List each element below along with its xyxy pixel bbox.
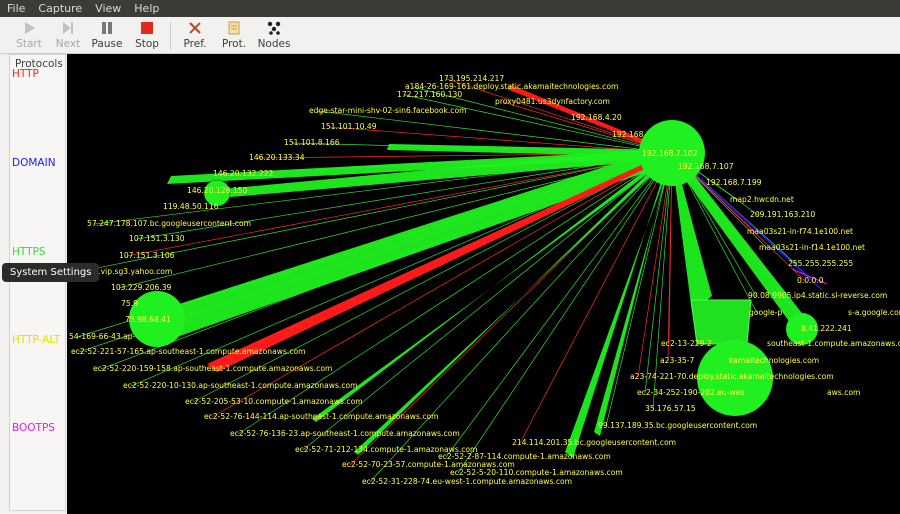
nodes-button[interactable]: Nodes (251, 19, 297, 51)
host-label: ec2-52-76-144-114.ap-southeast-1.compute… (204, 412, 439, 421)
host-label: 151.101.8.166 (284, 138, 340, 147)
toolbar-separator (170, 22, 171, 50)
host-label: ec2-52-5-20-110.compute-1.amazonaws.com (450, 468, 623, 477)
host-label: ec2-52-221-57-165.ap-southeast-1.compute… (71, 347, 306, 356)
host-label: 54-169-66-43.ap- (69, 332, 136, 341)
host-label: ec2-52-220-10-130.ap-southeast-1.compute… (123, 381, 358, 390)
system-settings-tooltip: System Settings (2, 263, 99, 282)
pause-label: Pause (92, 38, 123, 50)
host-label: ec2-52-205-53-10.compute-1.amazonaws.com (185, 397, 363, 406)
host-label: ec2-52-220-159-158.ap-southeast-1.comput… (93, 364, 332, 373)
host-label: maa03s21-in-f74.1e100.net (747, 227, 853, 236)
host-label: map2.hwcdn.net (730, 195, 794, 204)
protocols-panel (0, 54, 66, 514)
hub-label: 192.168.7.102 (642, 149, 698, 158)
stop-icon (140, 21, 154, 35)
host-label: 119.48.50.116 (163, 202, 219, 211)
protocol-http: HTTP (12, 68, 39, 80)
host-label: 8.41.222.241 (801, 324, 852, 333)
protocol-http-alt: HTTP-ALT (12, 334, 60, 346)
host-label: southeast-1.compute.amazonaws.com (767, 339, 900, 348)
host-label: aws.com (827, 388, 860, 397)
host-label: 107.151.3.106 (119, 251, 175, 260)
stop-label: Stop (135, 38, 159, 50)
menu-capture[interactable]: Capture (31, 2, 88, 15)
host-label: 75.98.68.41 (125, 315, 171, 324)
next-label: Next (56, 38, 80, 50)
host-label: 192.168 (612, 130, 644, 139)
nodes-label: Nodes (258, 38, 291, 50)
traffic-wedge (354, 150, 672, 455)
host-label: s-a.google.com (848, 308, 900, 317)
play-icon (22, 21, 36, 35)
stop-button[interactable]: Stop (124, 19, 170, 51)
protocols-list (9, 54, 66, 511)
traffic-block (691, 300, 751, 344)
host-label: 209.191.163.210 (750, 210, 815, 219)
host-label: 57.247.178.107.bc.googleusercontent.com (87, 219, 251, 228)
protocols-label: Prot. (222, 38, 246, 50)
host-label: ec2-13-229-2 (661, 339, 712, 348)
host-label: kamaitechnologies.com (729, 356, 819, 365)
host-label: 103.229.206.39 (111, 283, 172, 292)
pause-icon (100, 21, 114, 35)
preferences-label: Pref. (184, 38, 207, 50)
menu-view[interactable]: View (88, 2, 127, 15)
host-label: 146.20.133.34 (249, 153, 305, 162)
start-label: Start (16, 38, 42, 50)
host-label: 172.217.160.130 (397, 90, 462, 99)
host-label: edge-star-mini-shv-02-sin6.facebook.com (309, 106, 467, 115)
host-label: 75.9 (121, 299, 138, 308)
menu-file[interactable]: File (0, 2, 31, 15)
document-icon (227, 21, 241, 35)
host-label: 192.168.7.107 (678, 162, 734, 171)
tools-icon (188, 21, 202, 35)
toolbar: Start Next Pause Stop Pref. Prot. Nodes (0, 17, 900, 54)
host-label: 35.176.57.15 (645, 404, 696, 413)
host-label: ec2-52-76-136-23.ap-southeast-1.compute.… (230, 429, 460, 438)
host-label: a23-74-221-70.deploy.static.akamaitechno… (630, 372, 834, 381)
protocol-https: HTTPS (12, 246, 46, 258)
host-label: maa03s21-in-f14.1e100.net (759, 243, 865, 252)
nodes-icon (267, 21, 281, 35)
host-label: 146.20.132.222 (213, 169, 274, 178)
host-label: ec2-34-252-190-202.eu-wes (637, 388, 744, 397)
protocol-bootps: BOOTPS (12, 422, 55, 434)
host-label: 151.101.10.49 (321, 122, 377, 131)
host-label: google-p (749, 308, 782, 317)
host-label: 99.137.189.35.bc.googleusercontent.com (598, 421, 757, 430)
host-label: ec2-52-31-228-74.eu-west-1.compute.amazo… (362, 477, 572, 486)
host-label: 0.0.0.0 (797, 276, 824, 285)
host-label: proxy0481.us3dynfactory.com (495, 97, 610, 106)
host-label: a23-35-7 (660, 356, 694, 365)
step-icon (61, 21, 75, 35)
host-label: 192.168.4.20 (571, 113, 622, 122)
menu-bar: File Capture View Help (0, 0, 900, 17)
host-label: 255.255.255.255 (788, 259, 853, 268)
traffic-graph-canvas[interactable]: 173.195.214.217a184-26-169-161.deploy.st… (67, 54, 900, 514)
host-label: 90.08.9905.ip4.static.sl-reverse.com (748, 291, 887, 300)
host-label: 214.114.201.35.bc.googleusercontent.com (512, 438, 676, 447)
menu-help[interactable]: Help (127, 2, 165, 15)
host-label: 192.168.7.199 (706, 178, 762, 187)
host-label: 146.20.128.150 (187, 186, 248, 195)
host-label: 107.151.3.130 (129, 234, 185, 243)
protocol-domain: DOMAIN (12, 157, 56, 169)
traffic-graph: 173.195.214.217a184-26-169-161.deploy.st… (67, 54, 900, 514)
